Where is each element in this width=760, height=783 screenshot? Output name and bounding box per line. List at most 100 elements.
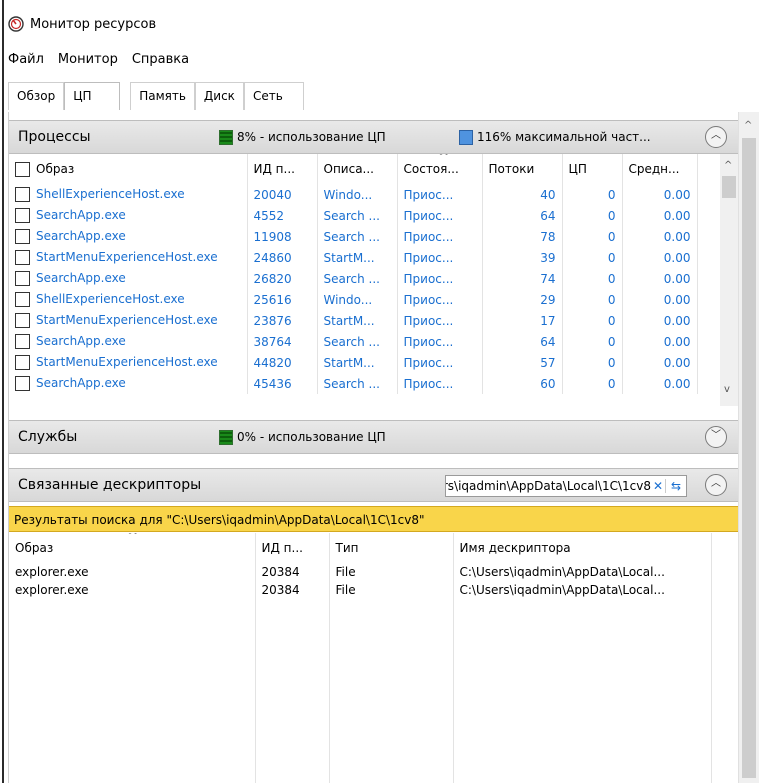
column-header-cpu[interactable]: ЦП [562, 154, 623, 184]
process-cell-threads: 17 [482, 310, 563, 331]
process-row[interactable]: StartMenuExperienceHost.exe 44820 StartM..… [9, 352, 698, 373]
process-cell-state: Приос... [397, 352, 483, 373]
title-bar: Монитор ресурсов [8, 12, 156, 36]
process-row[interactable]: SearchApp.exe 11908 Search ... Приос... 78 0 0… [9, 226, 698, 247]
column-header-state[interactable]: ^ Состоя... [397, 154, 483, 184]
process-row[interactable]: SearchApp.exe 38764 Search ... Приос... 64 0 0… [9, 331, 698, 352]
handles-column-pid[interactable]: ИД п... [255, 533, 330, 563]
process-checkbox[interactable] [15, 250, 30, 265]
expand-services-chevron-down-icon[interactable]: ﹀ [705, 426, 727, 448]
handles-column-handle-name[interactable]: Имя дескриптора [453, 533, 712, 563]
handles-column-image[interactable]: ^ Образ [9, 533, 256, 563]
process-cell-state: Приос... [397, 331, 483, 352]
main-scrollbar[interactable]: ^ [738, 112, 759, 783]
process-checkbox[interactable] [15, 355, 30, 370]
handle-cell-type: File [329, 581, 454, 599]
search-refresh-icon[interactable]: ⇆ [665, 479, 686, 493]
process-checkbox[interactable] [15, 187, 30, 202]
process-cell-threads: 64 [482, 205, 563, 226]
select-all-checkbox[interactable] [15, 161, 30, 177]
process-cell-desc: Search ... [317, 226, 398, 247]
handle-cell-image: explorer.exe [9, 581, 256, 599]
process-checkbox[interactable] [15, 271, 30, 286]
process-row[interactable]: ShellExperienceHost.exe 20040 Windo... Прио… [9, 184, 698, 205]
max-frequency-legend: 116% максимальной част... [459, 129, 651, 145]
process-cell-pid: 24860 [247, 247, 318, 268]
menu-file[interactable]: Файл [8, 52, 44, 72]
column-header-description[interactable]: Описа... [317, 154, 398, 184]
handles-search-input[interactable]: C:\Users\iqadmin\AppData\Local\1C\1cv8 [446, 479, 651, 493]
process-checkbox[interactable] [15, 313, 30, 328]
handles-empty-area [9, 599, 712, 783]
collapse-handles-chevron-up-icon[interactable]: ︿ [705, 474, 727, 496]
process-checkbox[interactable] [15, 229, 30, 244]
process-cell-pid: 26820 [247, 268, 318, 289]
scroll-down-arrow-icon[interactable]: v [724, 384, 730, 395]
process-row[interactable]: SearchApp.exe 45436 Search ... Приос... 60 0 0… [9, 373, 698, 394]
column-header-image[interactable]: Образ [9, 154, 248, 184]
tab-cpu[interactable]: ЦП [64, 82, 121, 110]
handles-table: ^ Образ ИД п... Тип Имя дескриптора explo… [9, 533, 719, 783]
process-cell-avg: 0.00 [622, 226, 698, 247]
processes-scrollbar[interactable]: ^ v [720, 154, 738, 406]
process-cell-image: SearchApp.exe [9, 373, 248, 394]
process-cell-desc: Windo... [317, 184, 398, 205]
process-row[interactable]: StartMenuExperienceHost.exe 24860 StartM..… [9, 247, 698, 268]
process-cell-image: SearchApp.exe [9, 226, 248, 247]
blue-square-icon [459, 129, 473, 145]
process-checkbox[interactable] [15, 334, 30, 349]
handle-cell-type: File [329, 563, 454, 581]
process-cell-cpu: 0 [562, 352, 623, 373]
main-scroll-up-arrow-icon[interactable]: ^ [744, 120, 752, 131]
process-cell-avg: 0.00 [622, 268, 698, 289]
process-cell-pid: 45436 [247, 373, 318, 394]
resource-monitor-icon [8, 16, 24, 32]
process-cell-state: Приос... [397, 310, 483, 331]
tab-network[interactable]: Сеть [243, 82, 304, 110]
process-cell-cpu: 0 [562, 373, 623, 394]
green-square-icon [219, 429, 233, 445]
handles-search-field[interactable]: C:\Users\iqadmin\AppData\Local\1C\1cv8 ✕… [445, 475, 687, 497]
window-title: Монитор ресурсов [30, 16, 157, 32]
processes-scroll-thumb[interactable] [722, 176, 736, 198]
column-header-pid[interactable]: ИД п... [247, 154, 318, 184]
process-cell-image: StartMenuExperienceHost.exe [9, 310, 248, 331]
process-checkbox[interactable] [15, 208, 30, 223]
process-cell-image: ShellExperienceHost.exe [9, 184, 248, 205]
process-cell-threads: 64 [482, 331, 563, 352]
handle-row[interactable]: explorer.exe 20384 File C:\Users\iqadmin\Ap… [9, 581, 712, 599]
main-scroll-thumb[interactable] [742, 138, 756, 778]
process-cell-cpu: 0 [562, 268, 623, 289]
services-header[interactable]: Службы 0% - использование ЦП ﹀ [9, 420, 739, 454]
process-cell-desc: Search ... [317, 373, 398, 394]
process-cell-avg: 0.00 [622, 184, 698, 205]
handles-header[interactable]: Связанные дескрипторы C:\Users\iqadmin\A… [9, 468, 739, 502]
handle-row[interactable]: explorer.exe 20384 File C:\Users\iqadmin\Ap… [9, 563, 712, 581]
column-header-threads[interactable]: Потоки [482, 154, 563, 184]
handles-column-type[interactable]: Тип [329, 533, 454, 563]
tab-overview[interactable]: Обзор [8, 82, 65, 110]
process-cell-state: Приос... [397, 184, 483, 205]
process-row[interactable]: ShellExperienceHost.exe 25616 Windo... Прио… [9, 289, 698, 310]
process-row[interactable]: StartMenuExperienceHost.exe 23876 StartM..… [9, 310, 698, 331]
menu-monitor[interactable]: Монитор [58, 52, 118, 72]
process-cell-cpu: 0 [562, 289, 623, 310]
process-checkbox[interactable] [15, 376, 30, 391]
processes-header[interactable]: Процессы 8% - использование ЦП 116% макс… [9, 120, 739, 154]
collapse-processes-chevron-up-icon[interactable]: ︿ [705, 126, 727, 148]
process-cell-pid: 20040 [247, 184, 318, 205]
process-cell-pid: 38764 [247, 331, 318, 352]
process-cell-threads: 74 [482, 268, 563, 289]
tab-memory[interactable]: Память [130, 82, 195, 110]
menu-help[interactable]: Справка [132, 52, 189, 72]
process-cell-image: ShellExperienceHost.exe [9, 289, 248, 310]
column-header-average[interactable]: Средн... [622, 154, 698, 184]
window-left-border [2, 0, 4, 783]
scroll-up-arrow-icon[interactable]: ^ [724, 160, 732, 171]
process-row[interactable]: SearchApp.exe 26820 Search ... Приос... 74 0 0… [9, 268, 698, 289]
process-checkbox[interactable] [15, 292, 30, 307]
process-cell-threads: 57 [482, 352, 563, 373]
clear-search-icon[interactable]: ✕ [651, 479, 665, 493]
process-row[interactable]: SearchApp.exe 4552 Search ... Приос... 64 0 0.… [9, 205, 698, 226]
tab-disk[interactable]: Диск [194, 82, 244, 110]
